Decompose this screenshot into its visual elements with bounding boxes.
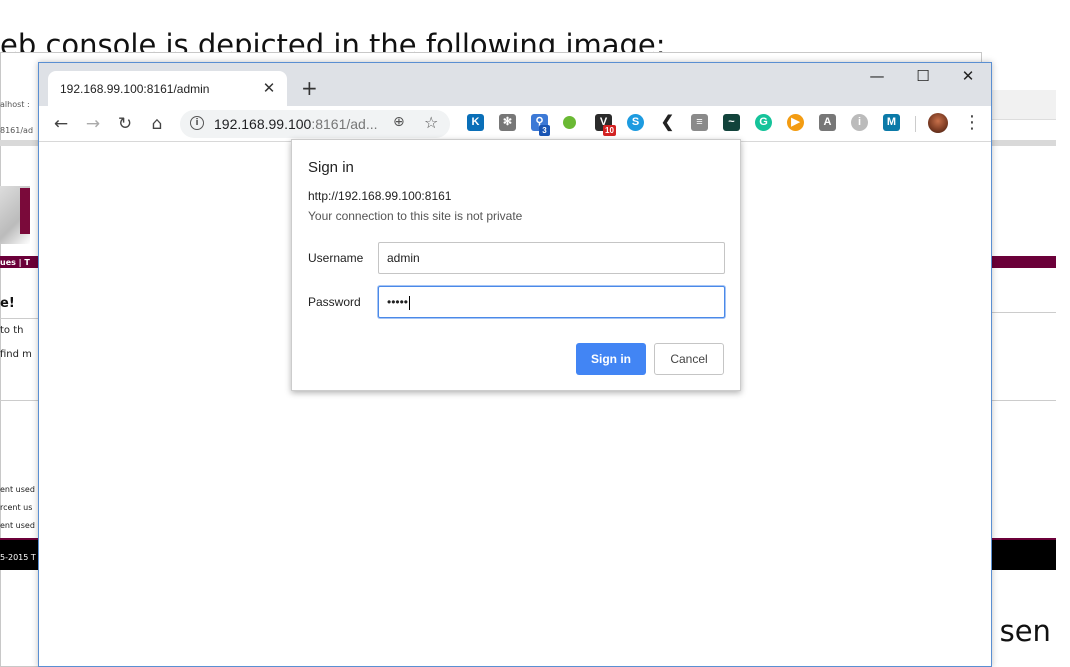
text-caret: [409, 295, 411, 310]
minimize-button[interactable]: —: [854, 67, 900, 91]
background-welcome-fragment: e!: [0, 296, 15, 311]
username-value: admin: [387, 251, 420, 265]
sign-in-button[interactable]: Sign in: [576, 343, 646, 375]
background-logo-accent: [20, 188, 30, 234]
search-extension-badge: 3: [539, 125, 550, 136]
background-line-fragment-2: find m: [0, 349, 32, 360]
background-nav-fragment: ues | T: [0, 258, 30, 267]
background-rule-2: [0, 400, 40, 401]
dialog-title: Sign in: [308, 159, 354, 176]
background-footer-right: [990, 540, 1056, 570]
close-window-button[interactable]: ✕: [945, 67, 991, 91]
background-rule-right: [990, 312, 1056, 313]
tab-admin[interactable]: 192.168.99.100:8161/admin ✕: [48, 71, 287, 106]
new-tab-button[interactable]: +: [301, 76, 318, 100]
arrow-extension-icon[interactable]: ❮: [659, 114, 676, 131]
url-text[interactable]: 192.168.99.100:8161/ad...: [214, 116, 378, 132]
green-dot-extension-icon[interactable]: [563, 116, 576, 129]
toolbar-separator: [915, 116, 916, 132]
background-rule: [0, 318, 40, 319]
url-path: :8161/ad...: [311, 116, 378, 132]
password-field[interactable]: •••••: [378, 286, 725, 318]
title-bar: 192.168.99.100:8161/admin ✕ + — ☐ ✕: [39, 63, 991, 106]
cancel-button[interactable]: Cancel: [654, 343, 724, 375]
play-extension-icon[interactable]: ▶: [787, 114, 804, 131]
v-extension-badge: 10: [603, 125, 616, 136]
background-divider-left: [0, 140, 40, 146]
background-address-fragment-2: 8161/ad: [0, 126, 34, 135]
address-bar[interactable]: i 192.168.99.100:8161/ad... ⊕ ☆: [180, 110, 450, 138]
dialog-url: http://192.168.99.100:8161: [308, 189, 452, 203]
password-value: •••••: [387, 295, 409, 309]
background-line-fragment-1: to th: [0, 325, 24, 336]
forward-button[interactable]: →: [81, 112, 105, 136]
background-divider: [990, 140, 1056, 146]
username-label: Username: [308, 251, 364, 265]
background-address-fragment: alhost :: [0, 100, 30, 109]
info-extension-icon[interactable]: i: [851, 114, 868, 131]
background-stat-1: ent used: [0, 485, 35, 494]
close-icon[interactable]: ✕: [261, 79, 277, 97]
background-stat-2: rcent us: [0, 503, 33, 512]
s-extension-icon[interactable]: S: [627, 114, 644, 131]
background-nav-bar-right: [990, 256, 1056, 268]
background-footer-fragment: 5-2015 T: [0, 553, 36, 562]
m-extension-icon[interactable]: M: [883, 114, 900, 131]
grammarly-extension-icon[interactable]: G: [755, 114, 772, 131]
background-rule-right-2: [990, 400, 1056, 401]
url-host: 192.168.99.100: [214, 116, 312, 132]
maximize-button[interactable]: ☐: [900, 67, 946, 91]
password-label: Password: [308, 295, 361, 309]
k-extension-icon[interactable]: K: [467, 114, 484, 131]
reload-button[interactable]: ↻: [113, 112, 137, 136]
dialog-warning: Your connection to this site is not priv…: [308, 209, 523, 223]
bookmark-star-icon[interactable]: ☆: [424, 113, 438, 132]
background-stat-3: ent used: [0, 521, 35, 530]
zoom-icon[interactable]: ⊕: [393, 114, 405, 130]
back-button[interactable]: ←: [49, 112, 73, 136]
browser-window: 192.168.99.100:8161/admin ✕ + — ☐ ✕ ← → …: [38, 62, 992, 667]
toolbar: ← → ↻ ⌂ i 192.168.99.100:8161/ad... ⊕ ☆ …: [39, 106, 991, 142]
calendar-extension-icon[interactable]: ≡: [691, 114, 708, 131]
profile-avatar[interactable]: [928, 113, 948, 133]
username-field[interactable]: admin: [378, 242, 725, 274]
tab-title: 192.168.99.100:8161/admin: [60, 82, 210, 96]
chart-extension-icon[interactable]: ~: [723, 114, 740, 131]
angular-extension-icon[interactable]: A: [819, 114, 836, 131]
gear-extension-icon[interactable]: ✻: [499, 114, 516, 131]
background-tab-strip: [990, 90, 1056, 120]
info-icon[interactable]: i: [190, 116, 204, 130]
home-button[interactable]: ⌂: [145, 112, 169, 136]
sign-in-dialog: Sign in http://192.168.99.100:8161 Your …: [291, 139, 741, 391]
menu-icon[interactable]: ⋮: [963, 112, 981, 133]
